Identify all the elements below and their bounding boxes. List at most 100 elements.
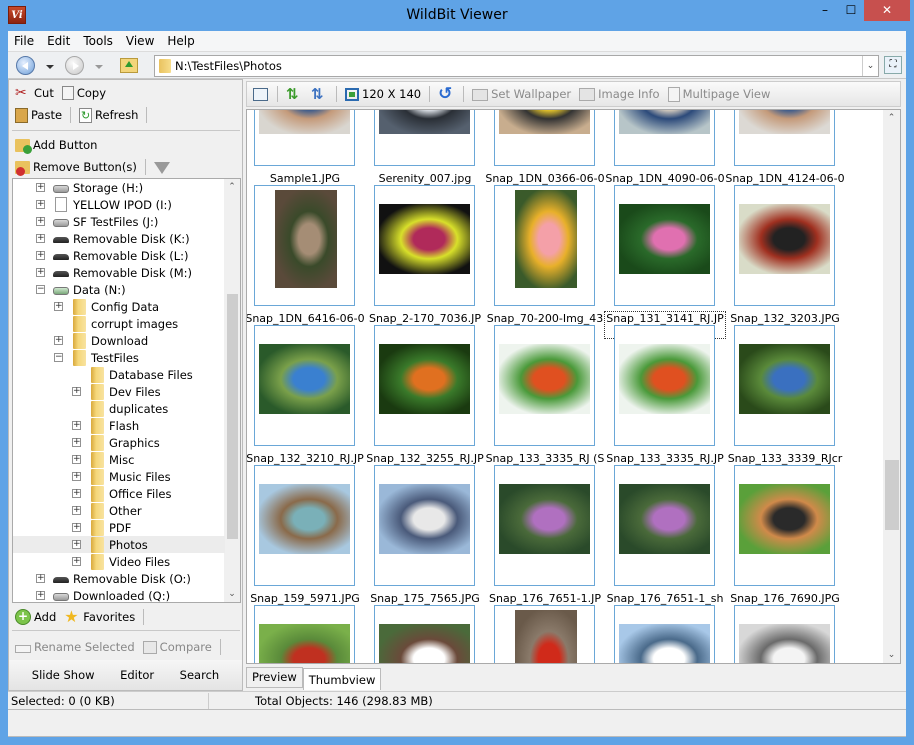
- up-folder-icon[interactable]: [120, 58, 138, 73]
- tree-item[interactable]: + Removable Disk (L:): [13, 247, 225, 264]
- expand-icon[interactable]: +: [54, 336, 63, 345]
- thumbnail[interactable]: [614, 185, 715, 306]
- view-mode-icon[interactable]: [253, 87, 268, 101]
- set-wallpaper-button[interactable]: Set Wallpaper: [472, 87, 571, 101]
- favorites-button[interactable]: ★ Favorites: [64, 609, 135, 625]
- thumbnail-caption[interactable]: Snap_159_5971.JPG: [247, 592, 365, 605]
- tree-item[interactable]: + Video Files: [13, 553, 225, 570]
- tree-scrollbar[interactable]: ⌃ ⌄: [224, 179, 240, 602]
- thumbnail[interactable]: [254, 325, 355, 446]
- sort-descending-icon[interactable]: ⇅: [311, 86, 327, 102]
- expand-icon[interactable]: +: [72, 472, 81, 481]
- tree-item[interactable]: + YELLOW IPOD (I:): [13, 196, 225, 213]
- thumbnail[interactable]: [614, 465, 715, 586]
- thumbnail-caption[interactable]: Snap_132_3203.JPG: [725, 312, 845, 325]
- thumbnail[interactable]: [374, 605, 475, 663]
- thumbnail[interactable]: [494, 110, 595, 166]
- grid-scrollbar[interactable]: ⌃ ⌄: [883, 110, 900, 663]
- thumbnail[interactable]: [374, 465, 475, 586]
- tree-item[interactable]: − Data (N:): [13, 281, 225, 298]
- thumbnail[interactable]: [734, 110, 835, 166]
- tab-preview[interactable]: Preview: [246, 667, 303, 688]
- address-path[interactable]: N:\TestFiles\Photos: [175, 59, 282, 73]
- scroll-up-icon[interactable]: ⌃: [883, 110, 900, 126]
- expand-icon[interactable]: +: [72, 455, 81, 464]
- filter-icon[interactable]: [153, 162, 170, 174]
- expand-icon[interactable]: +: [36, 200, 45, 209]
- tree-item[interactable]: + Misc: [13, 451, 225, 468]
- menu-file[interactable]: File: [14, 34, 34, 48]
- tree-item[interactable]: + Storage (H:): [13, 179, 225, 196]
- back-icon[interactable]: [16, 56, 35, 75]
- thumbnail-caption[interactable]: Serenity_007.jpg: [365, 172, 485, 185]
- expand-icon[interactable]: +: [36, 268, 45, 277]
- editor-button[interactable]: Editor: [120, 668, 154, 682]
- thumbnail[interactable]: [254, 465, 355, 586]
- thumbnail[interactable]: [494, 605, 595, 663]
- tree-item[interactable]: + Downloaded (Q:): [13, 587, 225, 602]
- tree-item[interactable]: + Removable Disk (O:): [13, 570, 225, 587]
- thumbnail[interactable]: [734, 185, 835, 306]
- forward-icon[interactable]: [65, 56, 84, 75]
- tree-item[interactable]: − TestFiles: [13, 349, 225, 366]
- thumbnail[interactable]: [614, 110, 715, 166]
- expand-icon[interactable]: +: [54, 302, 63, 311]
- expand-icon[interactable]: +: [72, 438, 81, 447]
- tree-item[interactable]: + Office Files: [13, 485, 225, 502]
- image-info-button[interactable]: Image Info: [579, 87, 660, 101]
- scroll-up-icon[interactable]: ⌃: [224, 179, 240, 195]
- thumbnail[interactable]: [374, 110, 475, 166]
- menu-tools[interactable]: Tools: [83, 34, 113, 48]
- thumbnail[interactable]: [614, 325, 715, 446]
- paste-button[interactable]: Paste: [15, 107, 62, 123]
- forward-history-dropdown-icon[interactable]: [95, 65, 103, 69]
- tree-item[interactable]: + Config Data: [13, 298, 225, 315]
- tree-item[interactable]: + Removable Disk (K:): [13, 230, 225, 247]
- thumbnail-grid[interactable]: ⌃ ⌄ Sample1.JPG Serenity_007.jpg Snap_1DN_…: [246, 109, 901, 664]
- fullscreen-icon[interactable]: ⛶: [884, 56, 902, 74]
- expand-icon[interactable]: +: [72, 506, 81, 515]
- thumbnail[interactable]: [734, 465, 835, 586]
- scroll-down-icon[interactable]: ⌄: [883, 647, 900, 663]
- thumbnail-caption[interactable]: Snap_176_7690.JPG: [725, 592, 845, 605]
- tree-item[interactable]: + Flash: [13, 417, 225, 434]
- expand-icon[interactable]: +: [72, 489, 81, 498]
- thumbnail[interactable]: [494, 465, 595, 586]
- menu-edit[interactable]: Edit: [47, 34, 70, 48]
- search-button[interactable]: Search: [180, 668, 220, 682]
- tree-scroll-thumb[interactable]: [227, 294, 238, 539]
- tree-item[interactable]: + Photos: [13, 536, 225, 553]
- minimize-button[interactable]: –: [812, 0, 838, 21]
- expand-icon[interactable]: +: [72, 421, 81, 430]
- tree-item[interactable]: + Graphics: [13, 434, 225, 451]
- add-favorite-button[interactable]: + Add: [15, 609, 56, 625]
- compare-button[interactable]: Compare: [142, 640, 212, 654]
- expand-icon[interactable]: +: [36, 574, 45, 583]
- thumbnail[interactable]: [494, 185, 595, 306]
- thumbnail[interactable]: [254, 605, 355, 663]
- remove-buttons-button[interactable]: Remove Button(s): [15, 160, 137, 176]
- scroll-down-icon[interactable]: ⌄: [224, 586, 240, 602]
- collapse-icon[interactable]: −: [36, 285, 45, 294]
- expand-icon[interactable]: +: [72, 540, 81, 549]
- maximize-button[interactable]: ☐: [838, 0, 864, 21]
- thumbnail[interactable]: [254, 110, 355, 166]
- cut-button[interactable]: ✂ Cut: [15, 85, 54, 101]
- thumbnail-caption[interactable]: Sample1.JPG: [247, 172, 365, 185]
- refresh-button[interactable]: ↻ Refresh: [79, 107, 138, 123]
- copy-button[interactable]: Copy: [61, 86, 106, 100]
- thumbnail-caption[interactable]: Snap_175_7565.JPG: [365, 592, 485, 605]
- tree-item[interactable]: + Download: [13, 332, 225, 349]
- multipage-view-button[interactable]: Multipage View: [667, 86, 770, 102]
- tree-item[interactable]: + PDF: [13, 519, 225, 536]
- close-button[interactable]: ✕: [864, 0, 910, 21]
- thumbnail[interactable]: [734, 325, 835, 446]
- expand-icon[interactable]: +: [72, 387, 81, 396]
- tab-thumbview[interactable]: Thumbview: [302, 668, 382, 690]
- expand-icon[interactable]: +: [72, 523, 81, 532]
- folder-tree[interactable]: ⌃ ⌄ + Storage (H:) + YELLOW IPOD (I:) + SF Te…: [12, 178, 241, 603]
- add-button-button[interactable]: Add Button: [15, 138, 97, 154]
- expand-icon[interactable]: +: [36, 234, 45, 243]
- rename-selected-button[interactable]: Rename Selected: [15, 640, 135, 654]
- menu-view[interactable]: View: [126, 34, 154, 48]
